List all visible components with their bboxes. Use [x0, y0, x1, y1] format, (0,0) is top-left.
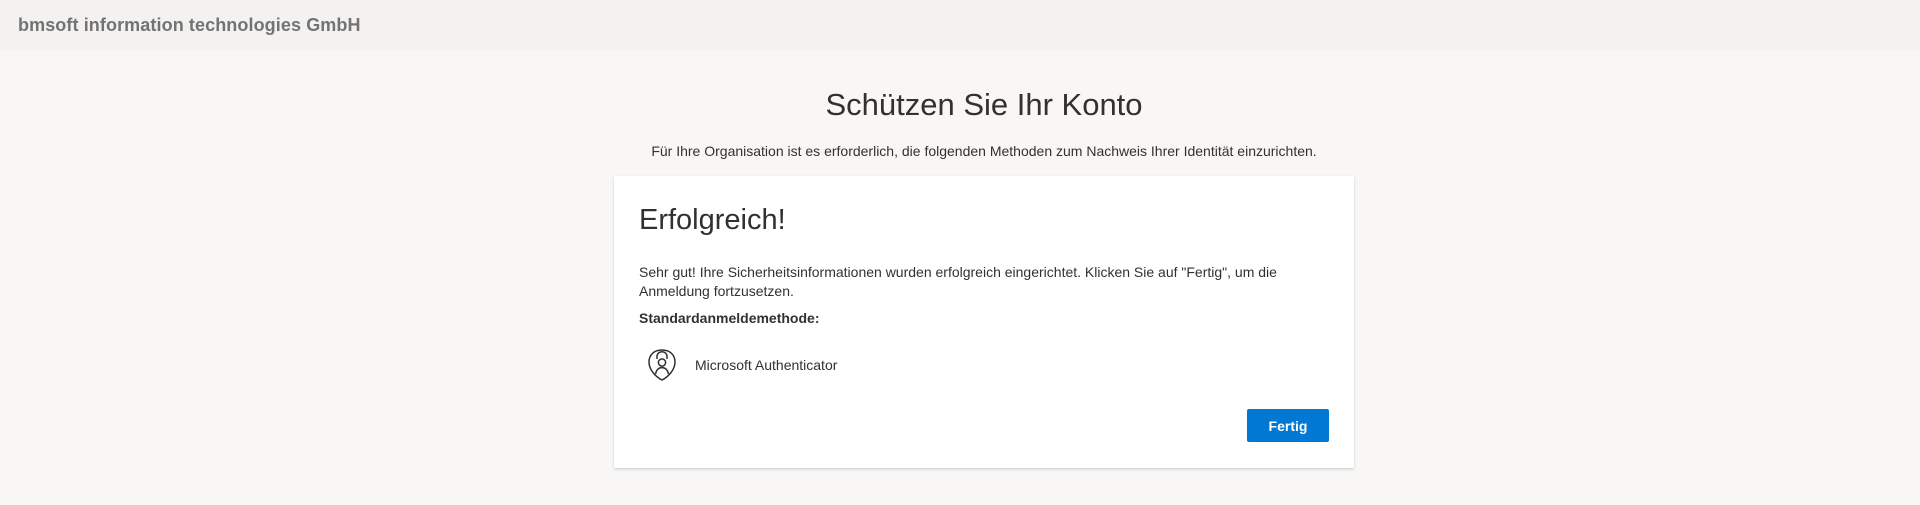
- page-subtitle: Für Ihre Organisation ist es erforderlic…: [651, 143, 1317, 159]
- success-card: Erfolgreich! Sehr gut! Ihre Sicherheitsi…: [614, 176, 1354, 468]
- organization-name: bmsoft information technologies GmbH: [18, 14, 361, 35]
- authenticator-lock-icon: [646, 347, 678, 383]
- top-bar: bmsoft information technologies GmbH: [0, 0, 1920, 50]
- default-method-row: Microsoft Authenticator: [646, 347, 837, 383]
- success-title: Erfolgreich!: [639, 204, 786, 236]
- done-button[interactable]: Fertig: [1247, 409, 1329, 442]
- default-method-label: Standardanmeldemethode:: [639, 310, 820, 326]
- success-message: Sehr gut! Ihre Sicherheitsinformationen …: [639, 264, 1277, 299]
- method-name: Microsoft Authenticator: [695, 356, 838, 373]
- page-title: Schützen Sie Ihr Konto: [825, 87, 1143, 122]
